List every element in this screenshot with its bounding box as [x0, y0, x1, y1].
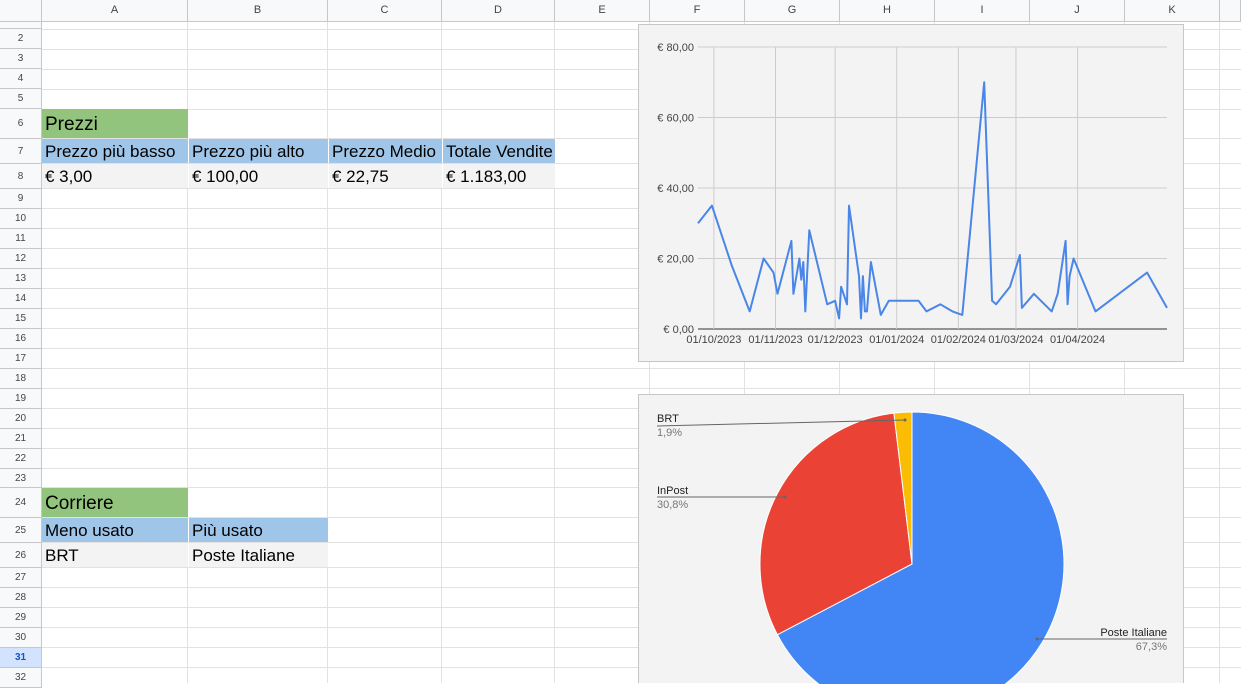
pie-percent-label: 1,9%	[657, 427, 682, 439]
prezzi-title-cell[interactable]: Prezzi	[42, 109, 188, 138]
row-header-27[interactable]: 27	[0, 568, 42, 588]
column-gridline	[554, 22, 555, 683]
corriere-value-most[interactable]: Poste Italiane	[189, 543, 328, 567]
row-header-24[interactable]: 24	[0, 488, 42, 518]
pie-leader-dot	[783, 495, 787, 499]
row-header-25[interactable]: 25	[0, 518, 42, 543]
prezzi-header-avg[interactable]: Prezzo Medio	[329, 139, 442, 163]
pie-label: BRT	[657, 413, 679, 425]
column-header-h[interactable]: H	[840, 0, 935, 22]
row-header-16[interactable]: 16	[0, 329, 42, 349]
pie-percent-label: 67,3%	[1136, 641, 1167, 653]
row-gridline	[42, 368, 1241, 369]
corriere-title-cell[interactable]: Corriere	[42, 488, 188, 517]
row-header-21[interactable]: 21	[0, 429, 42, 449]
row-header-3[interactable]: 3	[0, 49, 42, 69]
row-header-12[interactable]: 12	[0, 249, 42, 269]
select-all-corner[interactable]	[0, 0, 42, 22]
column-header-f[interactable]: F	[650, 0, 745, 22]
y-tick-label: € 60,00	[657, 113, 694, 125]
column-header-c[interactable]: C	[328, 0, 442, 22]
pie-label: Poste Italiane	[1100, 627, 1167, 639]
row-header-hidden	[0, 22, 42, 29]
pie-chart[interactable]: Poste Italiane 67,3% InPost 30,8% BRT 1,9%	[638, 394, 1184, 689]
row-header-31[interactable]: 31	[0, 648, 42, 668]
x-tick-label: 01/04/2024	[1050, 334, 1105, 346]
line-chart[interactable]: € 0,00 € 20,00 € 40,00 € 60,00 € 80,00 01/10/…	[638, 24, 1184, 362]
pie-leader-dot	[903, 418, 907, 422]
y-tick-label: € 20,00	[657, 254, 694, 266]
row-header-5[interactable]: 5	[0, 89, 42, 109]
column-header-a[interactable]: A	[42, 0, 188, 22]
column-gridline	[327, 22, 328, 683]
prezzi-header-low[interactable]: Prezzo più basso	[42, 139, 188, 163]
column-header-j[interactable]: J	[1030, 0, 1125, 22]
row-header-23[interactable]: 23	[0, 469, 42, 488]
prezzi-value-avg[interactable]: € 22,75	[329, 164, 442, 188]
row-header-13[interactable]: 13	[0, 269, 42, 289]
row-header-11[interactable]: 11	[0, 229, 42, 249]
column-header-b[interactable]: B	[188, 0, 328, 22]
pie-chart-svg: Poste Italiane 67,3% InPost 30,8% BRT 1,9%	[656, 411, 1167, 689]
prezzi-header-high[interactable]: Prezzo più alto	[189, 139, 328, 163]
row-header-14[interactable]: 14	[0, 289, 42, 309]
row-header-28[interactable]: 28	[0, 588, 42, 608]
corriere-header-most[interactable]: Più usato	[189, 518, 328, 542]
row-header-29[interactable]: 29	[0, 608, 42, 628]
x-tick-label: 01/01/2024	[869, 334, 924, 346]
y-tick-label: € 80,00	[657, 42, 694, 54]
row-header-9[interactable]: 9	[0, 189, 42, 209]
x-tick-label: 01/10/2023	[686, 334, 741, 346]
column-header-k[interactable]: K	[1125, 0, 1220, 22]
y-tick-label: € 40,00	[657, 183, 694, 195]
row-header-2[interactable]: 2	[0, 29, 42, 49]
corriere-value-least[interactable]: BRT	[42, 543, 188, 567]
column-gridline	[441, 22, 442, 683]
row-header-22[interactable]: 22	[0, 449, 42, 469]
prezzi-value-low[interactable]: € 3,00	[42, 164, 188, 188]
prezzi-header-total[interactable]: Totale Vendite	[443, 139, 555, 163]
row-header-18[interactable]: 18	[0, 369, 42, 389]
x-tick-label: 01/11/2023	[748, 334, 802, 346]
column-header-i[interactable]: I	[935, 0, 1030, 22]
column-header-d[interactable]: D	[442, 0, 555, 22]
row-header-26[interactable]: 26	[0, 543, 42, 568]
row-header-4[interactable]: 4	[0, 69, 42, 89]
column-header-e[interactable]: E	[555, 0, 650, 22]
column-header-g[interactable]: G	[745, 0, 840, 22]
pie-leader-dot	[1035, 637, 1039, 641]
row-header-30[interactable]: 30	[0, 628, 42, 648]
pie-percent-label: 30,8%	[657, 499, 688, 511]
row-header-20[interactable]: 20	[0, 409, 42, 429]
row-header-17[interactable]: 17	[0, 349, 42, 369]
row-header-10[interactable]: 10	[0, 209, 42, 229]
row-header-7[interactable]: 7	[0, 139, 42, 164]
row-header-32[interactable]: 32	[0, 668, 42, 688]
prezzi-value-total[interactable]: € 1.183,00	[443, 164, 555, 188]
x-tick-label: 01/02/2024	[931, 334, 986, 346]
line-chart-svg: € 0,00€ 20,00€ 40,00€ 60,00€ 80,0001/10/…	[657, 42, 1168, 346]
column-header-extra[interactable]	[1220, 0, 1241, 22]
corriere-header-least[interactable]: Meno usato	[42, 518, 188, 542]
x-tick-label: 01/03/2024	[988, 334, 1043, 346]
row-header-15[interactable]: 15	[0, 309, 42, 329]
column-gridline	[1219, 22, 1220, 683]
pie-label: InPost	[657, 485, 688, 497]
row-header-19[interactable]: 19	[0, 389, 42, 409]
x-tick-label: 01/12/2023	[808, 334, 863, 346]
row-header-6[interactable]: 6	[0, 109, 42, 139]
prezzi-value-high[interactable]: € 100,00	[189, 164, 328, 188]
row-header-8[interactable]: 8	[0, 164, 42, 189]
row-gridline	[42, 388, 1241, 389]
